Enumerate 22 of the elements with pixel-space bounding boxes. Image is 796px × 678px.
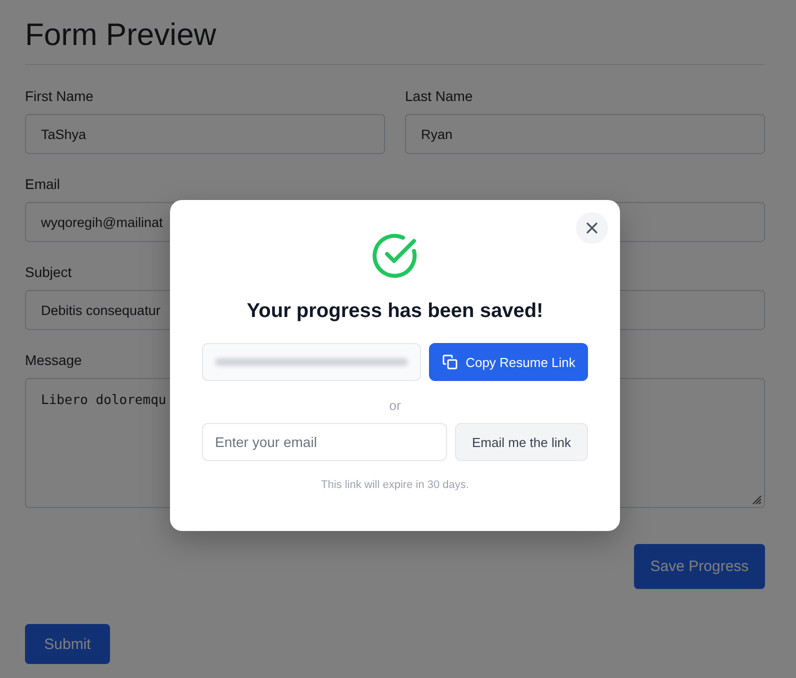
field-label: First Name bbox=[25, 87, 94, 105]
field-label: Message bbox=[25, 351, 82, 369]
email-link-button[interactable]: Email me the link bbox=[455, 423, 588, 461]
close-icon bbox=[585, 221, 599, 235]
resize-handle-icon[interactable] bbox=[750, 493, 762, 505]
separator-text: or bbox=[389, 398, 401, 413]
copy-icon bbox=[442, 354, 458, 370]
dialog-title: Your progress has been saved! bbox=[246, 299, 544, 324]
field-label: Last Name bbox=[405, 87, 473, 105]
copy-link-button[interactable]: Copy Resume Link bbox=[429, 343, 588, 381]
field-label: Email bbox=[25, 175, 60, 193]
text-field[interactable]: Ryan bbox=[405, 114, 765, 154]
save-progress-button[interactable]: Save Progress bbox=[634, 544, 765, 589]
text-field[interactable]: TaShya bbox=[25, 114, 385, 154]
field-label: Subject bbox=[25, 263, 72, 281]
close-button[interactable] bbox=[576, 212, 608, 244]
submit-button[interactable]: Submit bbox=[25, 624, 110, 664]
check-circle-icon bbox=[372, 233, 418, 279]
email-field[interactable]: Enter your email bbox=[202, 423, 447, 461]
link-field[interactable] bbox=[202, 343, 421, 381]
expiry-note: This link will expire in 30 days. bbox=[321, 479, 469, 491]
page-title: Form Preview bbox=[25, 16, 765, 65]
